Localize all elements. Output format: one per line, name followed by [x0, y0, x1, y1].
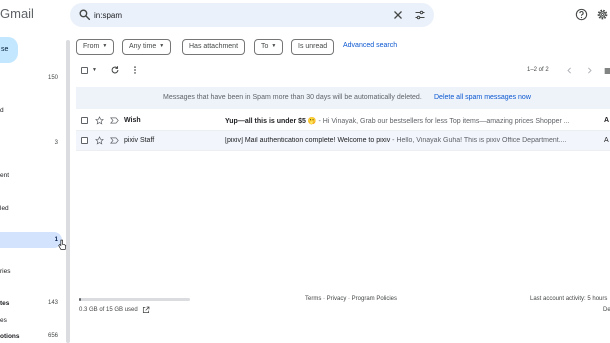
- storage-fill: [79, 298, 82, 301]
- email-date: A: [604, 117, 610, 124]
- density-icon[interactable]: [604, 67, 610, 75]
- email-date: A: [604, 137, 609, 144]
- sidebar: se 150 d 3 ent led 1 ries tes 143 es oti…: [0, 30, 70, 343]
- mouse-cursor-icon: [58, 239, 67, 250]
- filter-from-chip[interactable]: From ▼: [76, 39, 115, 55]
- email-row[interactable]: pixiv Staff [pixiv] Mail authentication …: [76, 131, 610, 151]
- storage-usage-text: 0.3 GB of 15 GB used: [79, 307, 138, 313]
- search-input[interactable]: [94, 8, 374, 22]
- sidebar-count-updates: 143: [47, 300, 58, 306]
- chip-label: Any time: [129, 43, 157, 50]
- email-subject-line: [pixiv] Mail authentication complete! We…: [225, 137, 577, 144]
- sidebar-item-label[interactable]: tes: [0, 300, 9, 307]
- filter-is-unread-chip[interactable]: Is unread: [291, 39, 335, 55]
- settings-icon[interactable]: [596, 8, 609, 21]
- filter-to-chip[interactable]: To ▼: [254, 39, 284, 55]
- more-options-icon[interactable]: [131, 65, 139, 75]
- clear-search-icon[interactable]: [392, 9, 404, 21]
- sidebar-item-spam[interactable]: [0, 232, 62, 248]
- refresh-icon[interactable]: [110, 65, 120, 75]
- email-subject: Yup—all this is under $5 🫢: [225, 118, 317, 125]
- filter-has-attachment-chip[interactable]: Has attachment: [182, 39, 246, 55]
- star-icon[interactable]: [95, 116, 104, 125]
- email-sender: Wish: [124, 117, 141, 124]
- banner-message: Messages that have been in Spam more tha…: [163, 94, 422, 101]
- sidebar-scrollbar[interactable]: [66, 40, 70, 343]
- footer-policy-links[interactable]: Terms · Privacy · Program Policies: [305, 296, 397, 302]
- chip-label: Is unread: [298, 43, 328, 50]
- search-icon[interactable]: [78, 8, 91, 21]
- sidebar-item-label[interactable]: es: [0, 317, 7, 324]
- important-marker-icon[interactable]: [110, 117, 119, 124]
- help-icon[interactable]: [575, 8, 588, 21]
- sidebar-item-label[interactable]: ent: [0, 172, 9, 179]
- email-row[interactable]: Wish Yup—all this is under $5 🫢 - Hi Vin…: [76, 111, 610, 131]
- spam-info-banner: Messages that have been in Spam more tha…: [76, 87, 610, 109]
- email-subject: [pixiv] Mail authentication complete! We…: [225, 137, 391, 144]
- last-account-activity: Last account activity: 5 hours: [530, 296, 608, 302]
- delete-all-spam-link[interactable]: Delete all spam messages now: [434, 94, 531, 101]
- search-options-icon[interactable]: [414, 9, 426, 21]
- email-snippet: - Hello, Vinayak Guha! This is pixiv Off…: [390, 137, 567, 144]
- advanced-search-link[interactable]: Advanced search: [343, 42, 397, 49]
- filter-any-time-chip[interactable]: Any time ▼: [122, 39, 172, 55]
- details-link[interactable]: De: [603, 307, 610, 313]
- compose-button[interactable]: se: [0, 37, 18, 63]
- chevron-down-icon: ▼: [271, 43, 277, 49]
- star-icon[interactable]: [95, 136, 104, 145]
- app-title[interactable]: Gmail: [0, 6, 34, 21]
- sidebar-count-snoozed: 3: [54, 140, 58, 146]
- select-all-checkbox[interactable]: [81, 67, 88, 74]
- email-snippet: - Hi Vinayak, Grab our bestsellers for l…: [316, 118, 570, 125]
- sidebar-item-label[interactable]: led: [0, 205, 9, 212]
- pagination-count: 1–2 of 2: [527, 67, 549, 73]
- chevron-down-icon: ▼: [159, 43, 165, 49]
- email-sender: pixiv Staff: [124, 137, 155, 144]
- row-checkbox[interactable]: [81, 137, 88, 144]
- row-checkbox[interactable]: [81, 117, 88, 124]
- sidebar-count-inbox: 150: [47, 75, 58, 81]
- sidebar-count-promotions: 656: [47, 333, 58, 339]
- list-toolbar: ▼ 1–2 of 2: [76, 64, 610, 78]
- sidebar-item-label[interactable]: ries: [0, 268, 10, 275]
- chip-label: Has attachment: [189, 43, 239, 50]
- chevron-right-icon[interactable]: [585, 66, 594, 75]
- sidebar-item-label[interactable]: otions: [0, 333, 20, 340]
- chevron-down-icon: ▼: [102, 43, 108, 49]
- chip-label: To: [261, 43, 269, 50]
- select-dropdown-icon[interactable]: ▼: [92, 67, 97, 73]
- chevron-left-icon[interactable]: [565, 66, 574, 75]
- email-subject-line: Yup—all this is under $5 🫢 - Hi Vinayak,…: [225, 117, 577, 125]
- sidebar-item-label[interactable]: d: [0, 107, 4, 114]
- storage-bar: [79, 298, 190, 301]
- chip-label: From: [83, 43, 100, 50]
- important-marker-icon[interactable]: [110, 137, 119, 144]
- open-in-new-icon[interactable]: [142, 306, 150, 314]
- search-bar[interactable]: [70, 3, 434, 27]
